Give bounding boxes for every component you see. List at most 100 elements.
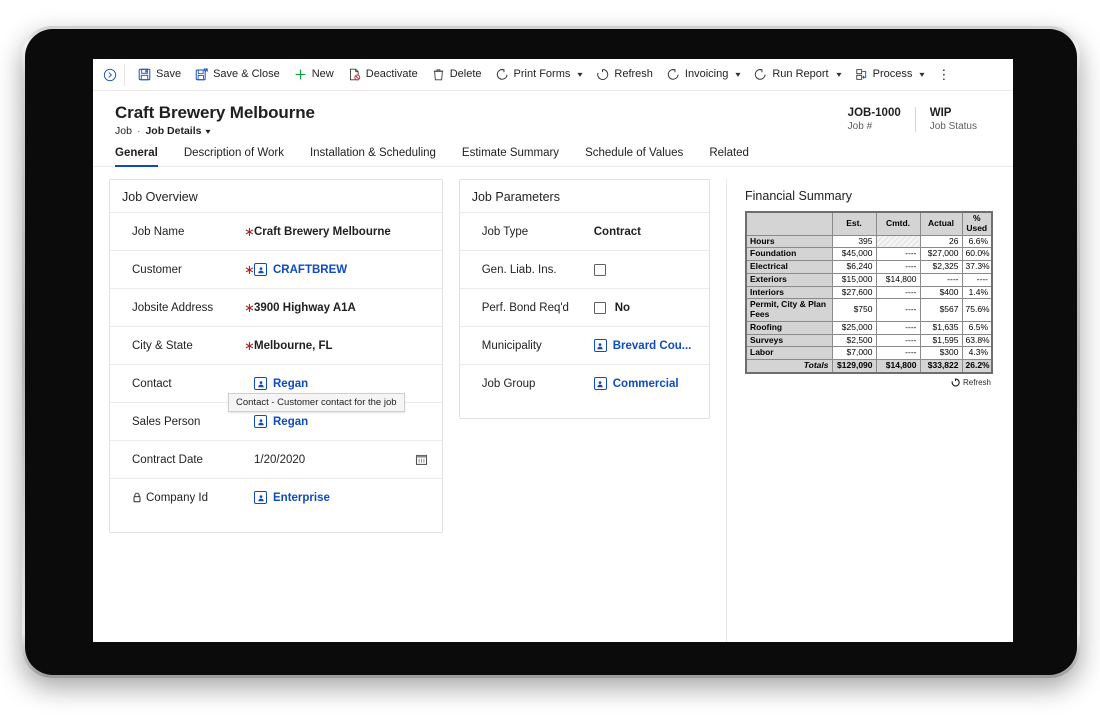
print-forms-button-label: Print Forms — [513, 68, 571, 80]
print-forms-button[interactable]: Print Forms ▾ — [489, 62, 590, 88]
calendar-icon[interactable] — [415, 453, 428, 466]
job-name-value[interactable]: Craft Brewery Melbourne — [254, 226, 428, 238]
command-bar-overflow-button[interactable]: ⋮ — [931, 67, 954, 83]
job-overview-card-footer — [110, 516, 442, 532]
tab-description-of-work[interactable]: Description of Work — [171, 147, 297, 166]
row-label: Interiors — [745, 285, 833, 300]
perf-bond-value: No — [593, 301, 695, 314]
required-indicator: ∗ — [244, 224, 255, 239]
job-group-link-text[interactable]: Commercial — [613, 378, 679, 390]
company-id-value[interactable]: Enterprise — [254, 491, 428, 504]
job-type-value[interactable]: Contract — [594, 226, 695, 238]
table-row: Labor $7,000 ---- $300 4.3% — [745, 346, 993, 361]
col-header-cmtd: Cmtd. — [875, 211, 921, 236]
lookup-record-icon — [254, 263, 267, 276]
trash-icon — [432, 68, 445, 81]
refresh-button[interactable]: Refresh — [589, 62, 660, 88]
job-name-label: Job Name — [132, 225, 185, 238]
tab-installation-and-scheduling[interactable]: Installation & Scheduling — [297, 147, 449, 166]
jobsite-address-value[interactable]: 3900 Highway A1A — [254, 302, 428, 314]
row-label: Electrical — [745, 260, 833, 274]
chevron-down-icon[interactable]: ▾ — [206, 127, 211, 136]
totals-pct-used: 26.2% — [961, 359, 993, 374]
page-header-right: JOB-1000 Job # WIP Job Status — [834, 103, 991, 132]
field-row-perf-bond: Perf. Bond Req'd No — [459, 288, 709, 326]
contract-date-value[interactable]: 1/20/2020 — [254, 454, 415, 466]
cell-est: 395 — [831, 234, 877, 249]
sales-person-link-text[interactable]: Regan — [273, 416, 308, 428]
sales-person-value[interactable]: Regan — [254, 415, 428, 428]
invoicing-button[interactable]: Invoicing ▾ — [660, 62, 747, 88]
cell-est: $15,000 — [831, 272, 877, 287]
job-overview-card: Job Overview Job Name ∗ Craft Brewery Me… — [109, 179, 443, 533]
tab-schedule-of-values[interactable]: Schedule of Values — [572, 147, 696, 166]
breadcrumb-current[interactable]: Job Details — [145, 125, 201, 137]
job-parameters-section: Job Parameters Job Type Contract Gen. Li… — [458, 179, 710, 642]
tab-general[interactable]: General — [115, 147, 171, 167]
new-button[interactable]: New — [287, 62, 341, 88]
cell-pct-used: 60.0% — [961, 247, 993, 262]
job-group-value[interactable]: Commercial — [593, 377, 695, 390]
deactivate-button[interactable]: Deactivate — [341, 62, 425, 88]
page-title: Craft Brewery Melbourne — [115, 103, 315, 122]
municipality-link-text[interactable]: Brevard Cou... — [613, 340, 692, 352]
company-id-link-text[interactable]: Enterprise — [273, 492, 330, 504]
job-type-label: Job Type — [481, 225, 529, 238]
tablet-device-frame: Save Save & Close New Deactivate Delete … — [22, 26, 1080, 678]
col-header-pct-used: % Used — [961, 211, 993, 236]
process-button[interactable]: Process ▾ — [848, 62, 932, 88]
save-and-close-button[interactable]: Save & Close — [188, 62, 287, 88]
lookup-record-icon — [254, 377, 267, 390]
col-header-actual: Actual — [919, 211, 963, 236]
municipality-value[interactable]: Brevard Cou... — [593, 339, 695, 352]
cell-cmtd: ---- — [875, 298, 921, 322]
gen-liab-ins-checkbox[interactable] — [593, 263, 606, 276]
tab-related[interactable]: Related — [696, 147, 762, 166]
row-label: Exteriors — [745, 272, 833, 287]
municipality-label: Municipality — [481, 339, 542, 352]
financial-refresh-link[interactable]: Refresh — [745, 378, 991, 387]
breadcrumb: Job · Job Details ▾ — [115, 125, 834, 137]
delete-button[interactable]: Delete — [425, 62, 489, 88]
table-row: Electrical $6,240 ---- $2,325 37.3% — [745, 260, 993, 274]
contact-value[interactable]: Regan — [254, 377, 428, 390]
contact-link-text[interactable]: Regan — [273, 378, 308, 390]
run-report-button[interactable]: Run Report ▾ — [747, 62, 847, 88]
cell-est: $750 — [831, 298, 877, 322]
breadcrumb-root[interactable]: Job — [115, 125, 132, 137]
cell-actual: ---- — [919, 272, 963, 287]
flow-icon — [667, 68, 680, 81]
row-label: Surveys — [745, 333, 833, 348]
cell-cmtd: ---- — [875, 346, 921, 361]
save-close-icon — [195, 68, 208, 81]
table-row: Foundation $45,000 ---- $27,000 60.0% — [745, 247, 993, 262]
page-header: Craft Brewery Melbourne Job · Job Detail… — [93, 91, 1013, 137]
tab-estimate-summary[interactable]: Estimate Summary — [449, 147, 572, 166]
cell-actual: $567 — [919, 298, 963, 322]
field-row-city-state: City & State ∗ Melbourne, FL — [110, 326, 442, 364]
customer-value[interactable]: CRAFTBREW — [254, 263, 428, 276]
chevron-down-icon: ▾ — [577, 70, 583, 79]
cell-cmtd: ---- — [875, 285, 921, 300]
cell-cmtd: ---- — [875, 320, 921, 335]
save-button[interactable]: Save — [131, 62, 188, 88]
city-state-value[interactable]: Melbourne, FL — [254, 340, 428, 352]
lookup-record-icon — [593, 339, 607, 352]
table-row: Interiors $27,600 ---- $400 1.4% — [745, 285, 993, 300]
perf-bond-checkbox[interactable] — [593, 301, 606, 314]
cell-actual: $1,595 — [919, 333, 963, 348]
cell-pct-used: ---- — [961, 272, 993, 287]
tablet-bezel: Save Save & Close New Deactivate Delete … — [25, 29, 1077, 675]
table-row: Roofing $25,000 ---- $1,635 6.5% — [745, 320, 993, 335]
lookup-record-icon — [593, 377, 607, 390]
field-row-contact: Contact Regan Contact - Customer contact… — [110, 364, 442, 412]
gen-liab-ins-value — [593, 263, 695, 276]
contact-tooltip: Contact - Customer contact for the job — [228, 393, 405, 412]
job-parameters-card: Job Parameters Job Type Contract Gen. Li… — [458, 179, 710, 419]
customer-link-text[interactable]: CRAFTBREW — [273, 264, 347, 276]
chevron-circle-icon — [103, 68, 117, 82]
cell-est: $7,000 — [831, 346, 877, 361]
page-header-left: Craft Brewery Melbourne Job · Job Detail… — [115, 103, 834, 137]
job-overview-section: Job Overview Job Name ∗ Craft Brewery Me… — [109, 179, 443, 642]
expand-command-bar-button[interactable] — [95, 63, 125, 86]
